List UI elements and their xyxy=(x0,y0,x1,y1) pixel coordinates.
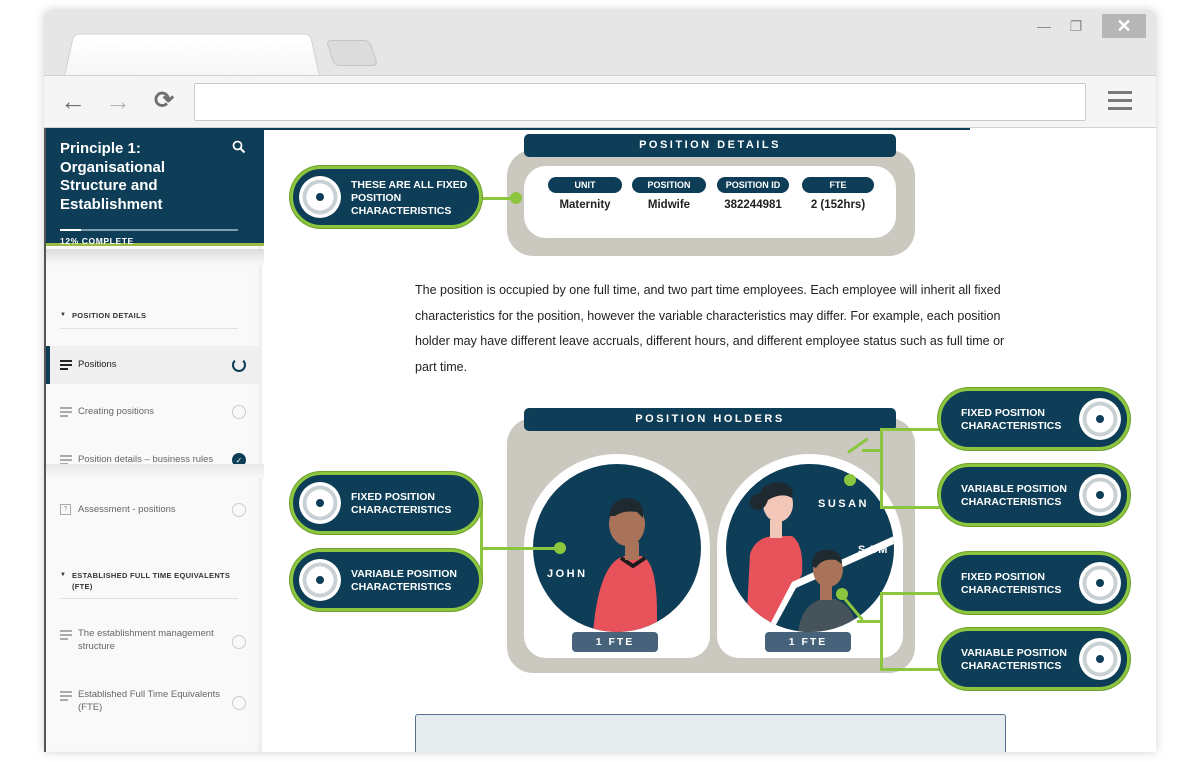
target-icon xyxy=(1079,562,1121,604)
progress-fill xyxy=(60,229,82,231)
susan-fixed-characteristics[interactable]: FIXED POSITION CHARACTERISTICS xyxy=(938,388,1130,450)
lesson-icon xyxy=(60,360,72,372)
tab-strip: — ❐ ✕ xyxy=(44,10,1156,76)
lesson-icon xyxy=(60,407,72,419)
not-started-icon xyxy=(232,405,246,419)
john-fixed-characteristics[interactable]: FIXED POSITION CHARACTERISTICS xyxy=(290,472,482,534)
field-value-position-id: 382244981 xyxy=(724,199,782,211)
close-window-button[interactable]: ✕ xyxy=(1102,14,1146,38)
field-label-position-id: POSITION ID xyxy=(717,177,789,193)
connector-line xyxy=(880,449,883,509)
callout-text: THESE ARE ALL FIXED POSITION CHARACTERIS… xyxy=(351,179,468,217)
divider xyxy=(60,598,238,599)
new-tab-button[interactable] xyxy=(325,40,379,66)
item-label: Established Full Time Equivalents (FTE) xyxy=(78,689,221,713)
target-icon xyxy=(1079,474,1121,516)
susan-variable-characteristics[interactable]: VARIABLE POSITION CHARACTERISTICS xyxy=(938,464,1130,526)
connector-line xyxy=(880,668,940,671)
pill-text: VARIABLE POSITION CHARACTERISTICS xyxy=(351,568,457,593)
connector-line xyxy=(880,592,940,595)
not-started-icon xyxy=(232,635,246,649)
section-heading[interactable]: ESTABLISHED FULL TIME EQUIVALENTS (FTE) xyxy=(60,570,238,592)
field-value-unit: Maternity xyxy=(559,199,611,211)
connector-line xyxy=(862,449,882,452)
john-variable-characteristics[interactable]: VARIABLE POSITION CHARACTERISTICS xyxy=(290,549,482,611)
position-holders-title: POSITION HOLDERS xyxy=(524,408,896,431)
in-progress-icon xyxy=(232,358,246,372)
connector-dot xyxy=(510,192,522,204)
minimize-button[interactable]: — xyxy=(1034,14,1054,38)
holder-name-susan: SUSAN xyxy=(818,498,870,510)
hamburger-menu-icon[interactable] xyxy=(1108,91,1132,111)
body-paragraph: The position is occupied by one full tim… xyxy=(415,283,1005,374)
field-value-position: Midwife xyxy=(647,199,691,211)
field-label-fte: FTE xyxy=(802,177,874,193)
fixed-characteristics-callout[interactable]: THESE ARE ALL FIXED POSITION CHARACTERIS… xyxy=(290,166,482,228)
item-label: Positions xyxy=(78,359,117,370)
position-details-title: POSITION DETAILS xyxy=(524,134,896,157)
field-value-fte: 2 (152hrs) xyxy=(810,199,866,211)
sam-fixed-characteristics[interactable]: FIXED POSITION CHARACTERISTICS xyxy=(938,552,1130,614)
sidebar-item-assessment[interactable]: ? Assessment - positions xyxy=(46,496,262,526)
holder-name-sam: SAM xyxy=(858,544,890,556)
lesson-icon xyxy=(60,630,72,642)
connector-dot-susan xyxy=(844,474,856,486)
connector-line xyxy=(480,547,558,550)
item-label: Assessment - positions xyxy=(78,504,176,515)
forward-arrow-icon[interactable]: → xyxy=(103,86,133,116)
item-label: The establishment management structure xyxy=(78,628,214,652)
target-icon xyxy=(299,482,341,524)
course-title: Principle 1: Organisational Structure an… xyxy=(60,140,166,213)
page-viewport: Principle 1: Organisational Structure an… xyxy=(44,128,1156,752)
pill-text: VARIABLE POSITION CHARACTERISTICS xyxy=(961,647,1067,672)
pill-text: FIXED POSITION CHARACTERISTICS xyxy=(961,407,1062,432)
sidebar-header: Principle 1: Organisational Structure an… xyxy=(46,128,264,246)
target-icon xyxy=(1079,638,1121,680)
field-label-position: POSITION xyxy=(632,177,706,193)
search-icon[interactable] xyxy=(232,140,246,157)
pill-text: FIXED POSITION CHARACTERISTICS xyxy=(961,571,1062,596)
fte-badge-john: 1 FTE xyxy=(572,632,658,652)
not-started-icon xyxy=(232,503,246,517)
susan-sam-illustration: SUSAN SAM xyxy=(726,464,894,632)
target-icon xyxy=(299,176,341,218)
pill-text: VARIABLE POSITION CHARACTERISTICS xyxy=(961,483,1067,508)
progress-label: 12% COMPLETE xyxy=(60,236,134,246)
course-progress-bar xyxy=(60,229,238,231)
divider xyxy=(60,328,238,329)
connector-line xyxy=(880,428,940,431)
item-label: Creating positions xyxy=(78,406,155,417)
connector-dot-john xyxy=(554,542,566,554)
not-started-icon xyxy=(232,696,246,710)
browser-toolbar: ← → ⟳ xyxy=(44,75,1156,128)
address-bar[interactable] xyxy=(194,83,1086,121)
sidebar-item-established-fte[interactable]: Established Full Time Equivalents (FTE) xyxy=(46,685,262,719)
back-arrow-icon[interactable]: ← xyxy=(58,86,88,116)
target-icon xyxy=(299,559,341,601)
field-label-unit: UNIT xyxy=(548,177,622,193)
header-divider xyxy=(262,128,970,130)
pill-text: FIXED POSITION CHARACTERISTICS xyxy=(351,491,452,516)
browser-window: — ❐ ✕ ← → ⟳ Principle 1: Organisational … xyxy=(44,10,1156,752)
connector-dot-sam xyxy=(836,588,848,600)
info-callout-box xyxy=(415,714,1006,752)
maximize-button[interactable]: ❐ xyxy=(1066,14,1086,38)
connector-line xyxy=(880,506,940,509)
section-heading[interactable]: POSITION DETAILS xyxy=(60,310,238,321)
sidebar-item-positions[interactable]: Positions xyxy=(46,346,262,384)
quiz-icon: ? xyxy=(60,504,71,515)
course-sidebar: Principle 1: Organisational Structure an… xyxy=(44,128,264,752)
sam-variable-characteristics[interactable]: VARIABLE POSITION CHARACTERISTICS xyxy=(938,628,1130,690)
reload-icon[interactable]: ⟳ xyxy=(149,86,179,116)
target-icon xyxy=(1079,398,1121,440)
lesson-icon xyxy=(60,691,72,703)
sidebar-item-creating-positions[interactable]: Creating positions xyxy=(46,398,262,428)
connector-line xyxy=(880,592,883,670)
sidebar-item-establishment-structure[interactable]: The establishment management structure xyxy=(46,624,262,658)
lesson-content: POSITION DETAILS UNIT Maternity POSITION… xyxy=(262,128,1156,752)
holder-name-john: JOHN xyxy=(547,568,588,580)
fte-badge-susan-sam: 1 FTE xyxy=(765,632,851,652)
browser-tab[interactable] xyxy=(64,33,320,76)
